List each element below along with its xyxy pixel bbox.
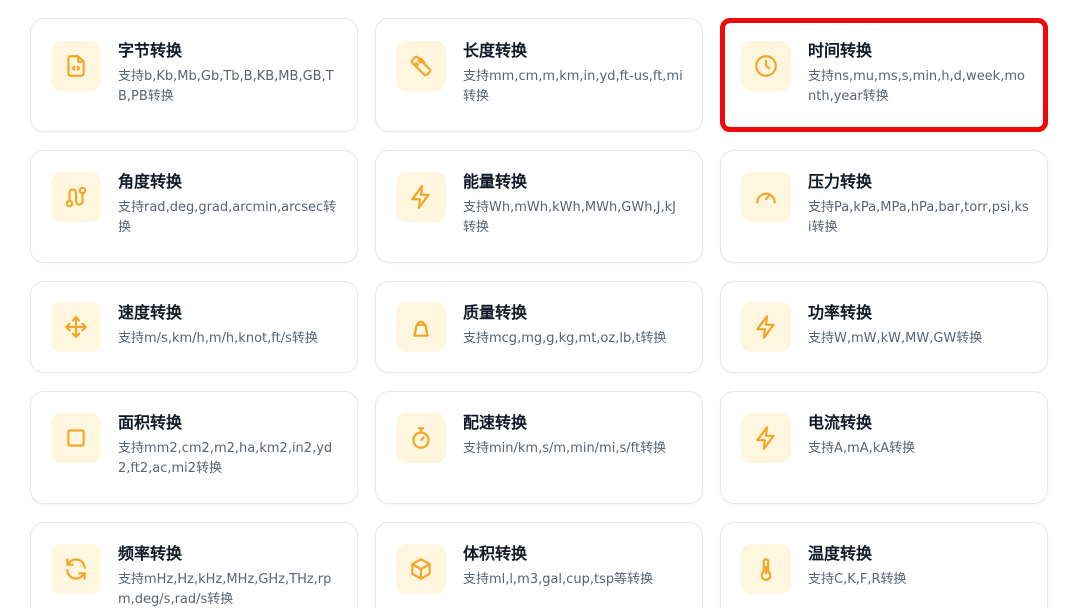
card-text: 面积转换支持mm2,cm2,m2,ha,km2,in2,yd2,ft2,ac,m… — [118, 413, 339, 479]
card-description: 支持rad,deg,grad,arcmin,arcsec转换 — [118, 200, 337, 235]
card-title: 能量转换 — [463, 172, 528, 191]
stopwatch-icon — [412, 427, 430, 449]
card-text: 频率转换支持mHz,Hz,kHz,MHz,GHz,THz,rpm,deg/s,r… — [118, 544, 339, 608]
converter-card[interactable]: 温度转换支持C,K,F,R转换 — [720, 522, 1048, 608]
square-icon — [67, 429, 85, 447]
card-title: 面积转换 — [118, 413, 183, 432]
card-description: 支持mm,cm,m,km,in,yd,ft-us,ft,mi转换 — [463, 69, 683, 104]
card-title: 时间转换 — [808, 41, 873, 60]
card-icon-box — [741, 172, 791, 222]
card-icon-box — [741, 302, 791, 352]
converter-card[interactable]: 质量转换支持mcg,mg,g,kg,mt,oz,lb,t转换 — [375, 281, 703, 373]
card-description: 支持b,Kb,Mb,Gb,Tb,B,KB,MB,GB,TB,PB转换 — [118, 69, 334, 104]
card-text: 体积转换支持ml,l,m3,gal,cup,tsp等转换 — [463, 544, 684, 590]
card-icon-box — [51, 544, 101, 594]
card-icon-box — [51, 172, 101, 222]
card-icon-box — [51, 302, 101, 352]
card-text: 角度转换支持rad,deg,grad,arcmin,arcsec转换 — [118, 172, 339, 238]
card-text: 能量转换支持Wh,mWh,kWh,MWh,GWh,J,kJ转换 — [463, 172, 684, 238]
card-title: 电流转换 — [808, 413, 873, 432]
card-icon-box — [741, 544, 791, 594]
card-description: 支持ns,mu,ms,s,min,h,d,week,month,year转换 — [808, 69, 1025, 104]
cube-icon — [411, 558, 431, 580]
card-title: 长度转换 — [463, 41, 528, 60]
card-icon-box — [396, 302, 446, 352]
card-title: 角度转换 — [118, 172, 183, 191]
card-description: 支持min/km,s/m,min/mi,s/ft转换 — [463, 441, 667, 456]
card-title: 温度转换 — [808, 544, 873, 563]
route-icon — [65, 186, 87, 208]
card-icon-box — [51, 413, 101, 463]
card-title: 配速转换 — [463, 413, 528, 432]
card-icon-box — [741, 413, 791, 463]
card-description: 支持A,mA,kA转换 — [808, 441, 916, 456]
card-title: 体积转换 — [463, 544, 528, 563]
card-icon-box — [396, 413, 446, 463]
converter-card[interactable]: 时间转换支持ns,mu,ms,s,min,h,d,week,month,year… — [720, 18, 1048, 132]
move-arrows-icon — [65, 316, 87, 338]
card-text: 配速转换支持min/km,s/m,min/mi,s/ft转换 — [463, 413, 684, 459]
lightning-icon — [411, 185, 430, 209]
card-text: 字节转换支持b,Kb,Mb,Gb,Tb,B,KB,MB,GB,TB,PB转换 — [118, 41, 339, 107]
card-title: 速度转换 — [118, 303, 183, 322]
converter-card[interactable]: 能量转换支持Wh,mWh,kWh,MWh,GWh,J,kJ转换 — [375, 150, 703, 263]
card-description: 支持ml,l,m3,gal,cup,tsp等转换 — [463, 572, 654, 587]
converter-card[interactable]: 压力转换支持Pa,kPa,MPa,hPa,bar,torr,psi,ksi转换 — [720, 150, 1048, 263]
converter-card[interactable]: 体积转换支持ml,l,m3,gal,cup,tsp等转换 — [375, 522, 703, 608]
converter-card[interactable]: 面积转换支持mm2,cm2,m2,ha,km2,in2,yd2,ft2,ac,m… — [30, 391, 358, 504]
card-description: 支持W,mW,kW,MW,GW转换 — [808, 331, 983, 346]
card-icon-box — [396, 544, 446, 594]
card-icon-box — [51, 41, 101, 91]
card-description: 支持mcg,mg,g,kg,mt,oz,lb,t转换 — [463, 331, 667, 346]
card-text: 长度转换支持mm,cm,m,km,in,yd,ft-us,ft,mi转换 — [463, 41, 684, 107]
card-text: 压力转换支持Pa,kPa,MPa,hPa,bar,torr,psi,ksi转换 — [808, 172, 1029, 238]
converter-card[interactable]: 功率转换支持W,mW,kW,MW,GW转换 — [720, 281, 1048, 373]
card-text: 时间转换支持ns,mu,ms,s,min,h,d,week,month,year… — [808, 41, 1025, 107]
converter-card[interactable]: 电流转换支持A,mA,kA转换 — [720, 391, 1048, 504]
converter-card[interactable]: 角度转换支持rad,deg,grad,arcmin,arcsec转换 — [30, 150, 358, 263]
card-title: 字节转换 — [118, 41, 183, 60]
card-text: 温度转换支持C,K,F,R转换 — [808, 544, 1029, 590]
refresh-icon — [66, 558, 86, 580]
ruler-icon — [410, 55, 432, 77]
card-title: 功率转换 — [808, 303, 873, 322]
converter-card[interactable]: 频率转换支持mHz,Hz,kHz,MHz,GHz,THz,rpm,deg/s,r… — [30, 522, 358, 608]
converter-card[interactable]: 字节转换支持b,Kb,Mb,Gb,Tb,B,KB,MB,GB,TB,PB转换 — [30, 18, 358, 132]
lightning-icon — [756, 426, 775, 450]
card-icon-box — [741, 41, 791, 91]
card-description: 支持Pa,kPa,MPa,hPa,bar,torr,psi,ksi转换 — [808, 200, 1029, 235]
card-text: 速度转换支持m/s,km/h,m/h,knot,ft/s转换 — [118, 303, 339, 349]
card-description: 支持mHz,Hz,kHz,MHz,GHz,THz,rpm,deg/s,rad/s… — [118, 572, 332, 607]
converter-card[interactable]: 长度转换支持mm,cm,m,km,in,yd,ft-us,ft,mi转换 — [375, 18, 703, 132]
card-title: 质量转换 — [463, 303, 528, 322]
card-title: 压力转换 — [808, 172, 873, 191]
file-code-icon — [67, 55, 85, 77]
converter-card[interactable]: 速度转换支持m/s,km/h,m/h,knot,ft/s转换 — [30, 281, 358, 373]
converter-grid: 字节转换支持b,Kb,Mb,Gb,Tb,B,KB,MB,GB,TB,PB转换 长度… — [0, 0, 1080, 608]
card-description: 支持Wh,mWh,kWh,MWh,GWh,J,kJ转换 — [463, 200, 676, 235]
card-title: 频率转换 — [118, 544, 183, 563]
card-description: 支持mm2,cm2,m2,ha,km2,in2,yd2,ft2,ac,mi2转换 — [118, 441, 333, 476]
gauge-icon — [756, 192, 776, 204]
card-text: 电流转换支持A,mA,kA转换 — [808, 413, 1029, 459]
card-icon-box — [396, 172, 446, 222]
lightning-icon — [756, 315, 775, 339]
weight-icon — [413, 320, 429, 337]
converter-card[interactable]: 配速转换支持min/km,s/m,min/mi,s/ft转换 — [375, 391, 703, 504]
card-description: 支持C,K,F,R转换 — [808, 572, 907, 587]
card-description: 支持m/s,km/h,m/h,knot,ft/s转换 — [118, 331, 318, 346]
card-icon-box — [396, 41, 446, 91]
card-text: 功率转换支持W,mW,kW,MW,GW转换 — [808, 303, 1029, 349]
thermometer-icon — [760, 558, 772, 581]
card-text: 质量转换支持mcg,mg,g,kg,mt,oz,lb,t转换 — [463, 303, 684, 349]
clock-icon — [755, 55, 777, 77]
